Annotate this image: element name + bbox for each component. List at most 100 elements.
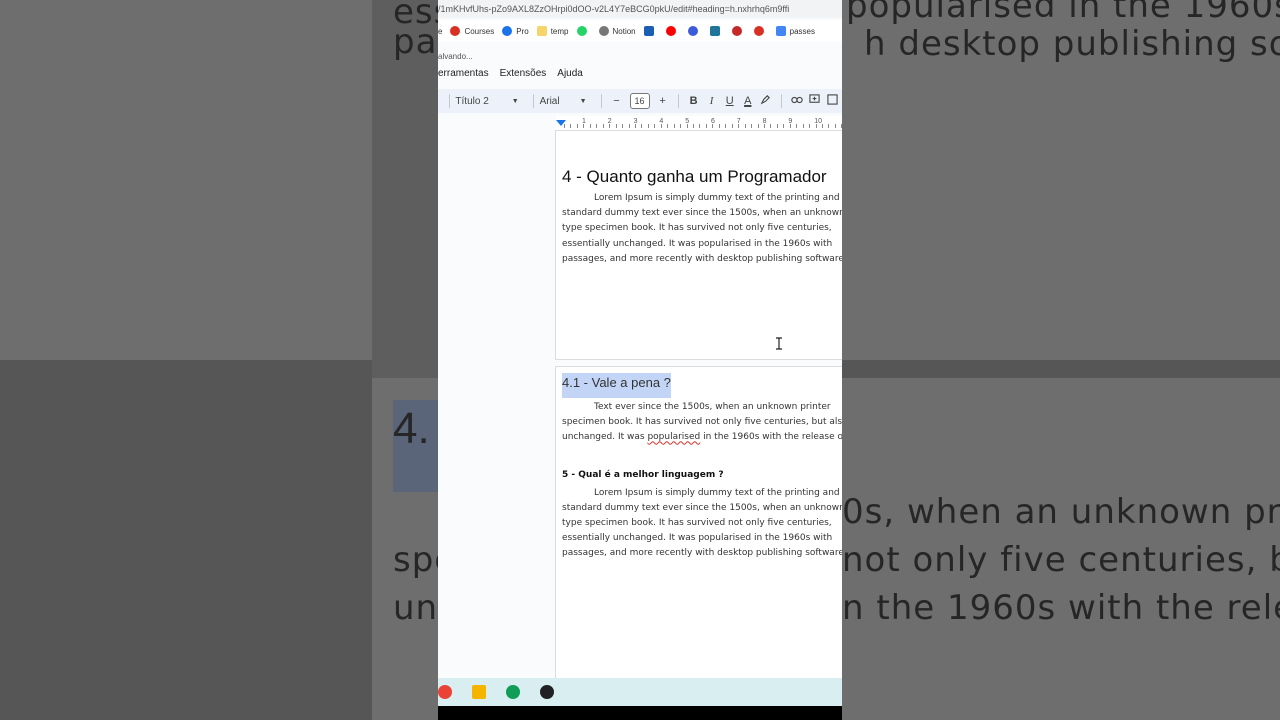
toolbar-divider xyxy=(600,94,602,108)
background-text-line: spe xyxy=(393,540,438,580)
ruler-tick xyxy=(570,124,572,128)
ruler-tick xyxy=(731,124,733,128)
bookmark-item[interactable]: e xyxy=(438,27,442,36)
bookmark-favicon-icon xyxy=(753,26,764,36)
ruler-tick xyxy=(564,124,565,128)
taskbar-files-icon[interactable] xyxy=(472,685,486,699)
paragraph-section-5[interactable]: Lorem Ipsum is simply dummy text of the … xyxy=(562,486,842,562)
toolbar-divider xyxy=(780,94,782,108)
bookmark-favicon-icon xyxy=(598,26,609,36)
style-select[interactable]: Título 2 ▼ xyxy=(455,96,518,107)
background-text-line: h desktop publishing software l xyxy=(864,24,1280,64)
decrease-font-size-button[interactable]: − xyxy=(607,95,625,107)
taskbar-chrome-icon[interactable] xyxy=(438,685,452,699)
bookmark-item[interactable] xyxy=(643,26,658,36)
bookmark-item[interactable] xyxy=(753,26,768,36)
background-text-line: n the 1960s with the release of L xyxy=(842,588,1280,628)
ruler-tick xyxy=(712,124,714,128)
bottom-bar xyxy=(438,706,842,720)
insert-image-icon[interactable] xyxy=(824,94,842,108)
ruler-tick xyxy=(776,124,778,128)
paragraph-line: essentially unchanged. It was popularise… xyxy=(562,238,833,249)
paragraph-line-text: in the 1960s with the release of L xyxy=(700,432,842,443)
ruler-tick xyxy=(641,124,643,128)
paragraph-section-4[interactable]: Lorem Ipsum is simply dummy text of the … xyxy=(562,191,842,267)
bold-button[interactable]: B xyxy=(685,95,703,107)
italic-button[interactable]: I xyxy=(703,95,721,107)
bookmark-favicon-icon xyxy=(643,26,654,36)
ruler-tick xyxy=(725,124,727,128)
add-comment-icon[interactable] xyxy=(806,94,824,108)
ruler-tick xyxy=(763,124,765,128)
bookmark-item[interactable] xyxy=(576,26,591,36)
ruler[interactable]: 1 2 3 4 5 6 7 8 9 10 xyxy=(556,116,842,131)
text-color-button[interactable]: A xyxy=(739,95,757,107)
bookmark-item[interactable] xyxy=(665,26,680,36)
bookmark-favicon-icon xyxy=(687,26,698,36)
font-size-input[interactable]: 16 xyxy=(629,93,650,109)
ruler-tick xyxy=(783,124,785,128)
ruler-tick xyxy=(796,124,798,128)
page-content: 4.1 - Vale a pena ? Text ever since the … xyxy=(562,373,842,562)
toolbar-divider xyxy=(677,94,679,108)
paragraph-line: type specimen book. It has survived not … xyxy=(562,518,832,529)
ruler-tick xyxy=(751,124,753,128)
ruler-tick xyxy=(828,124,830,128)
font-select[interactable]: Arial ▼ xyxy=(540,96,587,107)
menu-ferramentas[interactable]: erramentas xyxy=(438,68,489,79)
ruler-tick xyxy=(841,124,842,128)
paragraph-section-4-1[interactable]: Text ever since the 1500s, when an unkno… xyxy=(562,400,842,446)
bookmark-label: Courses xyxy=(464,26,495,36)
bookmark-favicon-icon xyxy=(665,26,676,36)
menu-ajuda[interactable]: Ajuda xyxy=(557,68,583,79)
spellcheck-word[interactable]: popularised xyxy=(647,432,700,442)
paragraph-line: standard dummy text ever since the 1500s… xyxy=(562,208,842,219)
bookmark-item[interactable]: Pro xyxy=(502,26,529,36)
underline-button[interactable]: U xyxy=(721,95,739,107)
increase-font-size-button[interactable]: + xyxy=(654,95,672,107)
formatting-toolbar: Título 2 ▼ Arial ▼ − 16 + B I U A xyxy=(438,89,842,113)
ruler-tick xyxy=(789,124,791,128)
link-icon[interactable] xyxy=(788,95,806,108)
heading-section-4-1-selected[interactable]: 4.1 - Vale a pena ? xyxy=(562,373,671,398)
page-content: 4 - Quanto ganha um Programador Lorem Ip… xyxy=(562,167,842,267)
taskbar-app-icon[interactable] xyxy=(540,685,554,699)
ruler-tick xyxy=(834,124,836,128)
heading-section-4[interactable]: 4 - Quanto ganha um Programador xyxy=(562,167,842,187)
document-canvas[interactable]: 4 - Quanto ganha um Programador Lorem Ip… xyxy=(438,130,842,688)
chevron-down-icon: ▼ xyxy=(579,97,587,105)
bookmark-item[interactable]: temp xyxy=(536,26,569,36)
menu-extensoes[interactable]: Extensões xyxy=(500,68,547,79)
bookmark-item[interactable] xyxy=(709,26,724,36)
document-page[interactable]: 4.1 - Vale a pena ? Text ever since the … xyxy=(555,366,842,688)
ruler-tick xyxy=(589,124,591,128)
ruler-tick xyxy=(680,124,682,128)
highlight-pen-icon[interactable] xyxy=(757,94,775,108)
background-heading: 4. xyxy=(393,404,430,453)
address-bar[interactable]: /1mKHvfUhs-pZo9AXL8ZzOHrpi0dOO-v2L4Y7eBC… xyxy=(438,0,842,18)
bookmark-item[interactable] xyxy=(687,26,702,36)
chevron-down-icon: ▼ xyxy=(511,97,519,105)
ruler-tick xyxy=(583,124,585,128)
paragraph-line: Text ever since the 1500s, when an unkno… xyxy=(562,400,842,415)
heading-section-5[interactable]: 5 - Qual é a melhor linguagem ? xyxy=(562,470,842,480)
ruler-tick xyxy=(699,124,701,128)
ruler-tick xyxy=(596,124,598,128)
font-select-value: Arial xyxy=(539,95,560,107)
paragraph-line: specimen book. It has survived not only … xyxy=(562,417,842,428)
ruler-tick xyxy=(615,124,617,128)
bookmark-item[interactable] xyxy=(731,26,746,36)
ruler-tick xyxy=(822,124,823,128)
taskbar-edge-icon[interactable] xyxy=(506,685,520,699)
ruler-tick xyxy=(705,124,707,128)
bookmark-item[interactable]: Notion xyxy=(598,26,636,36)
document-page[interactable]: 4 - Quanto ganha um Programador Lorem Ip… xyxy=(555,130,842,360)
bookmark-item[interactable]: passes xyxy=(775,26,815,36)
paragraph-line: passages, and more recently with desktop… xyxy=(562,548,842,559)
ruler-tick xyxy=(622,124,624,128)
bookmark-item[interactable]: Courses xyxy=(450,26,494,36)
background-page-top xyxy=(0,0,372,360)
ruler-tick xyxy=(815,124,817,128)
ruler-tick xyxy=(809,124,811,128)
ruler-tick xyxy=(757,124,759,128)
